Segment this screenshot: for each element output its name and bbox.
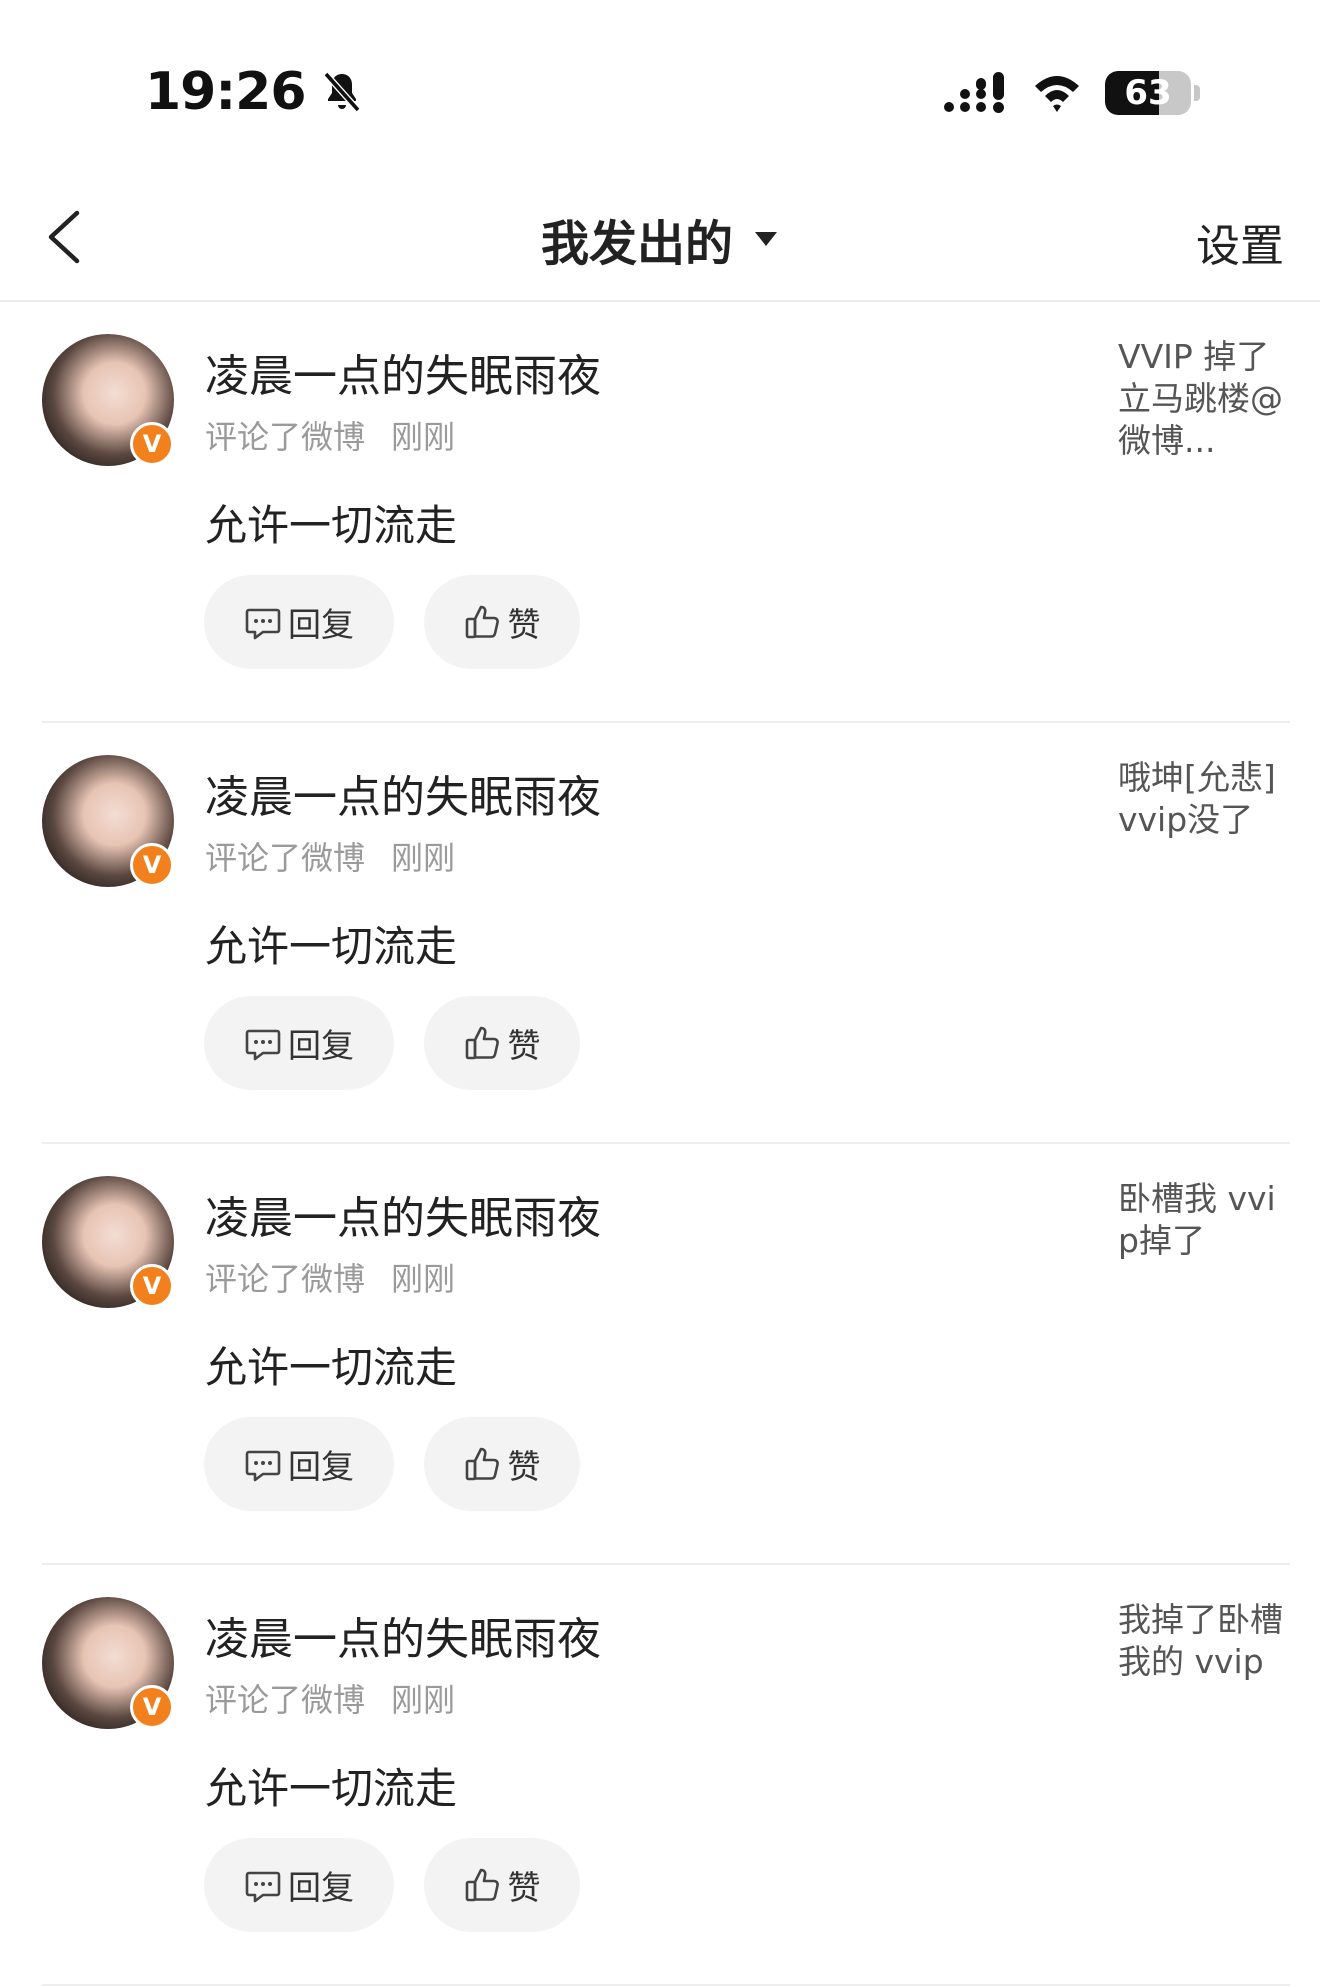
action-text: 评论了微博 [205, 1260, 366, 1298]
thumbs-up-icon [465, 605, 499, 639]
status-time: 19:26 [145, 62, 307, 122]
thumbs-up-icon [465, 1026, 499, 1060]
reply-label: 回复 [288, 1447, 354, 1486]
status-bar: 19:26 63 [0, 0, 1320, 180]
status-time-group: 19:26 [145, 62, 366, 122]
meta-line: 评论了微博 刚刚 [205, 1254, 455, 1300]
like-label: 赞 [507, 1447, 541, 1486]
comment-icon [245, 1871, 281, 1903]
like-button[interactable]: 赞 [424, 1838, 580, 1932]
quoted-text: 我掉了卧槽我的 vvip [1118, 1600, 1283, 1681]
comment-text: 允许一切流走 [205, 1764, 458, 1813]
meta-line: 评论了微博 刚刚 [205, 1675, 455, 1721]
verified-badge: V [130, 422, 174, 466]
wifi-icon [1035, 76, 1079, 112]
timestamp: 刚刚 [391, 1681, 456, 1719]
timestamp: 刚刚 [391, 1260, 456, 1298]
quoted-post[interactable]: 哦坤[允悲]vvip没了 [1118, 757, 1286, 841]
like-label: 赞 [507, 1026, 541, 1065]
quoted-post[interactable]: VVIP 掉了立马跳楼@微博... [1118, 336, 1286, 462]
reply-button[interactable]: 回复 [204, 1417, 394, 1511]
quoted-post[interactable]: 卧槽我 vvip掉了 [1118, 1178, 1286, 1262]
caret-down-icon [755, 232, 777, 246]
quoted-text: VVIP 掉了立马跳楼@微博... [1118, 337, 1283, 460]
comment-text: 允许一切流走 [205, 922, 458, 971]
meta-line: 评论了微博 刚刚 [205, 412, 455, 458]
avatar[interactable]: V [42, 334, 174, 466]
avatar[interactable]: V [42, 755, 174, 887]
username[interactable]: 凌晨一点的失眠雨夜 [205, 1182, 601, 1246]
username[interactable]: 凌晨一点的失眠雨夜 [205, 340, 601, 404]
like-button[interactable]: 赞 [424, 1417, 580, 1511]
thumbs-up-icon [465, 1447, 499, 1481]
reply-button[interactable]: 回复 [204, 1838, 394, 1932]
bell-slash-icon [323, 71, 360, 113]
comment-icon [245, 608, 281, 640]
comment-text: 允许一切流走 [205, 1343, 458, 1392]
action-text: 评论了微博 [205, 839, 366, 877]
status-icons: 63 [943, 70, 1200, 116]
reply-label: 回复 [288, 1026, 354, 1065]
action-row: 回复 赞 [204, 996, 580, 1090]
username[interactable]: 凌晨一点的失眠雨夜 [205, 761, 601, 825]
battery-level: 63 [1124, 73, 1172, 113]
title-dropdown[interactable]: 我发出的 [0, 204, 1320, 274]
avatar[interactable]: V [42, 1597, 174, 1729]
verified-badge: V [130, 843, 174, 887]
timestamp: 刚刚 [391, 839, 456, 877]
quoted-text: 卧槽我 vvip掉了 [1118, 1179, 1276, 1260]
meta-line: 评论了微博 刚刚 [205, 833, 455, 879]
settings-button[interactable]: 设置 [1196, 210, 1284, 274]
list-item[interactable]: V 凌晨一点的失眠雨夜 评论了微博 刚刚 允许一切流走 回复 赞 [42, 1144, 1290, 1565]
comment-icon [245, 1450, 281, 1482]
like-button[interactable]: 赞 [424, 996, 580, 1090]
nav-bar: 我发出的 设置 [0, 180, 1320, 302]
list-item[interactable]: V 凌晨一点的失眠雨夜 评论了微博 刚刚 允许一切流走 回复 赞 [42, 1565, 1290, 1986]
verified-badge: V [130, 1685, 174, 1729]
comment-text: 允许一切流走 [205, 501, 458, 550]
list-item[interactable]: V 凌晨一点的失眠雨夜 评论了微博 刚刚 允许一切流走 回复 赞 [42, 302, 1290, 723]
username[interactable]: 凌晨一点的失眠雨夜 [205, 1603, 601, 1667]
thumbs-up-icon [465, 1868, 499, 1902]
like-label: 赞 [507, 1868, 541, 1907]
action-text: 评论了微博 [205, 1681, 366, 1719]
like-button[interactable]: 赞 [424, 575, 580, 669]
action-row: 回复 赞 [204, 1838, 580, 1932]
battery-icon: 63 [1105, 71, 1191, 115]
quoted-post[interactable]: 我掉了卧槽我的 vvip [1118, 1599, 1286, 1683]
reply-button[interactable]: 回复 [204, 996, 394, 1090]
reply-label: 回复 [288, 605, 354, 644]
quoted-text: 哦坤[允悲]vvip没了 [1118, 758, 1276, 839]
signal-icon [944, 72, 1004, 113]
reply-button[interactable]: 回复 [204, 575, 394, 669]
page-title: 我发出的 [540, 216, 733, 272]
battery-cap [1194, 85, 1200, 101]
verified-badge: V [130, 1264, 174, 1308]
comment-icon [245, 1029, 281, 1061]
timestamp: 刚刚 [391, 418, 456, 456]
action-text: 评论了微博 [205, 418, 366, 456]
like-label: 赞 [507, 605, 541, 644]
comment-list: V 凌晨一点的失眠雨夜 评论了微博 刚刚 允许一切流走 回复 赞 VVIP 掉了… [0, 302, 1320, 1986]
list-item[interactable]: V 凌晨一点的失眠雨夜 评论了微博 刚刚 允许一切流走 回复 赞 [42, 723, 1290, 1144]
action-row: 回复 赞 [204, 1417, 580, 1511]
action-row: 回复 赞 [204, 575, 580, 669]
avatar[interactable]: V [42, 1176, 174, 1308]
reply-label: 回复 [288, 1868, 354, 1907]
